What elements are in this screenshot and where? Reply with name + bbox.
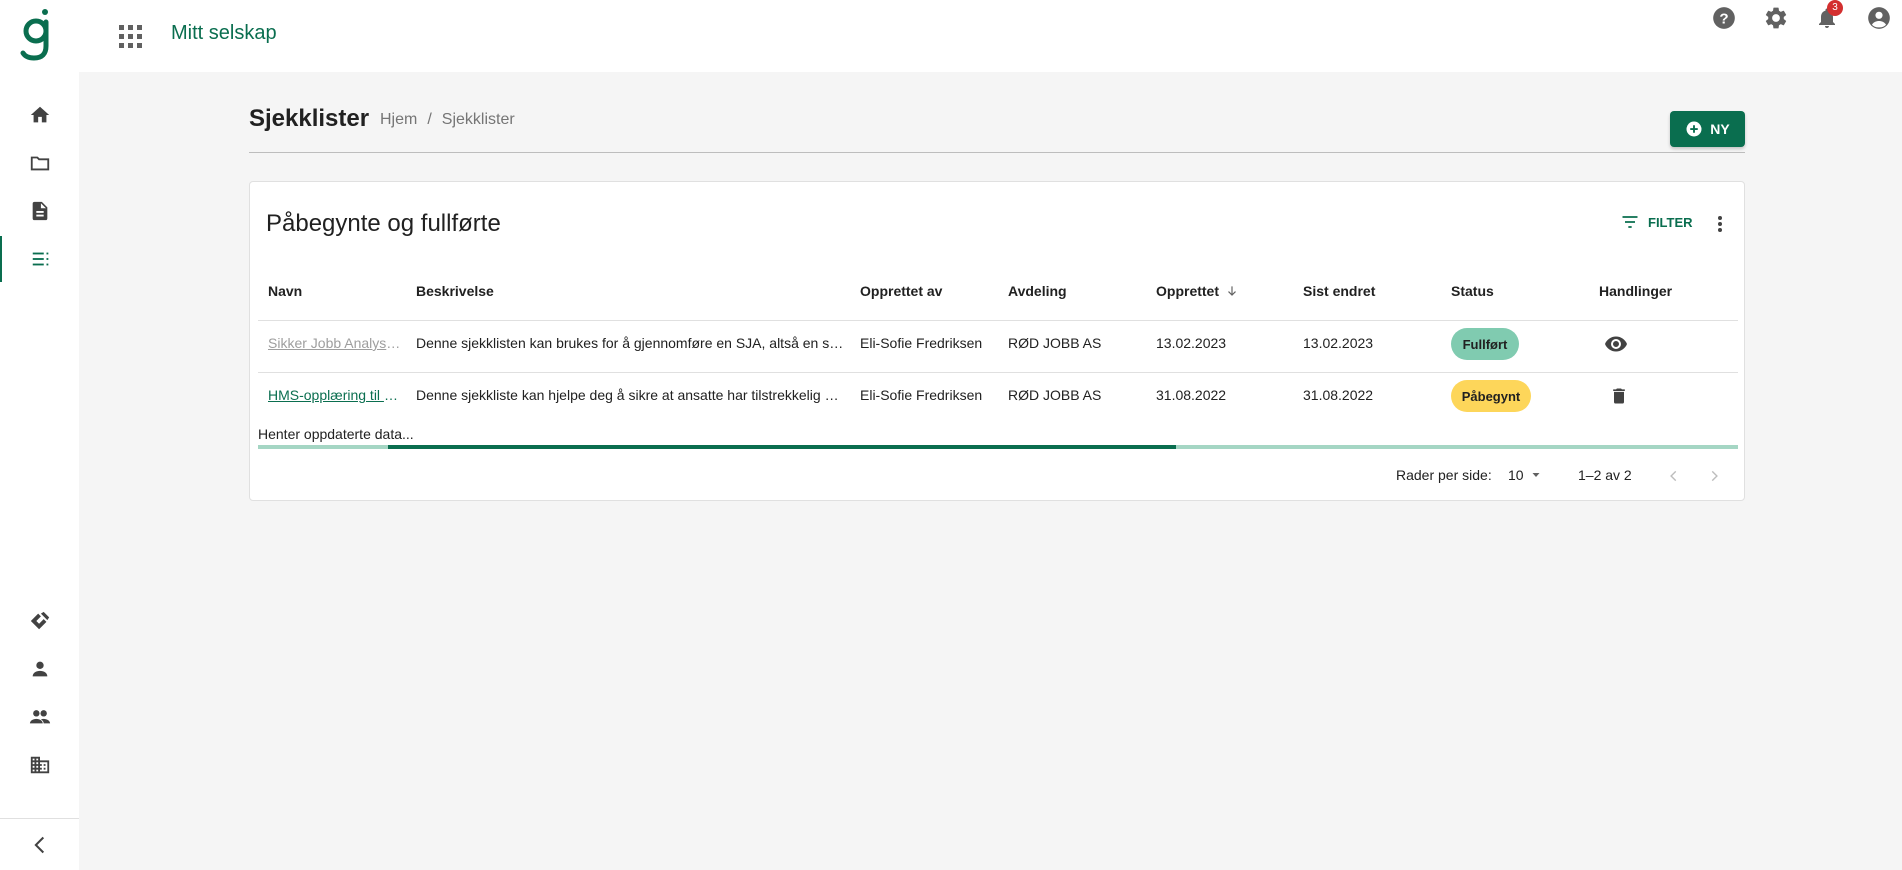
svg-text:?: ? [1719,10,1728,27]
progress-track [258,445,1738,449]
sidebar-item-checklists[interactable] [0,236,79,282]
settings-icon[interactable] [1758,0,1794,36]
column-header-modified[interactable]: Sist endret [1303,283,1375,299]
row-divider [258,372,1738,373]
apps-grid-icon[interactable] [114,20,144,50]
column-header-name[interactable]: Navn [268,283,302,299]
sidebar-item-folders[interactable] [0,140,79,186]
new-button-label: NY [1710,121,1730,137]
next-page-button[interactable] [1702,464,1726,488]
new-checklist-button[interactable]: NY [1670,111,1745,147]
checklist-card: Påbegynte og fullførte FILTER Navn Beskr… [249,181,1745,501]
sidebar-collapse-button[interactable] [0,818,79,870]
document-icon [32,201,47,221]
row-1-department: RØD JOBB AS [1008,335,1102,351]
row-1-created: 13.02.2023 [1156,335,1227,351]
row-2-created-by: Eli-Sofie Fredriksen [860,387,983,403]
rows-per-page-label: Rader per side: [1396,467,1492,483]
sidebar [0,72,79,870]
sidebar-item-company[interactable] [0,742,79,788]
row-2-name-link[interactable]: HMS-opplæring til ansatte [268,387,405,403]
row-2-created: 31.08.2022 [1156,387,1227,403]
breadcrumb-separator: / [427,111,432,128]
previous-page-button[interactable] [1662,464,1686,488]
rows-per-page-value: 10 [1508,467,1524,483]
breadcrumb-home[interactable]: Hjem [380,111,417,129]
column-header-status[interactable]: Status [1451,283,1494,299]
chevron-left-icon [33,836,44,853]
delete-icon[interactable] [1605,382,1633,410]
more-options-icon[interactable] [1710,212,1730,236]
logo[interactable] [20,8,54,62]
page-title: Sjekklister [249,105,370,132]
arrow-down-icon [1228,286,1236,296]
column-header-actions: Handlinger [1599,283,1673,299]
header-divider [249,152,1745,153]
person-icon [32,661,47,677]
company-name[interactable]: Mitt selskap [171,22,277,45]
sidebar-item-home[interactable] [0,92,79,138]
breadcrumb: Hjem / Sjekklister [380,111,515,129]
filter-button[interactable]: FILTER [1620,212,1693,232]
checklist-icon [32,252,48,266]
add-circle-icon [1686,121,1702,137]
view-icon[interactable] [1602,330,1630,358]
building-icon [30,756,49,774]
column-header-created-label: Opprettet [1156,283,1219,299]
card-title: Påbegynte og fullførte [266,210,501,237]
handshake-icon [30,611,49,630]
chevron-left-icon [1670,470,1677,482]
sidebar-item-documents[interactable] [0,188,79,234]
people-icon [29,710,50,724]
sidebar-item-profile[interactable] [0,646,79,692]
chevron-right-icon [1711,470,1718,482]
row-2-status-badge: Påbegynt [1451,380,1531,412]
folder-icon [30,156,49,171]
row-2-modified: 31.08.2022 [1303,387,1374,403]
column-header-department[interactable]: Avdeling [1008,283,1067,299]
row-1-status-badge: Fullført [1451,328,1519,360]
column-header-description[interactable]: Beskrivelse [416,283,494,299]
row-2-department: RØD JOBB AS [1008,387,1102,403]
row-1-name-link[interactable]: Sikker Jobb Analyse (SJA) [268,335,405,351]
progress-bar [388,445,1176,449]
filter-label: FILTER [1648,214,1693,230]
column-header-created-by[interactable]: Opprettet av [860,283,942,299]
breadcrumb-current: Sjekklister [441,111,515,128]
notification-badge: 3 [1827,0,1843,16]
rows-per-page-select[interactable]: 10 [1508,467,1542,483]
loading-text: Henter oppdaterte data... [258,426,414,442]
row-1-modified: 13.02.2023 [1303,335,1374,351]
column-header-created[interactable]: Opprettet [1156,283,1239,299]
pagination-range: 1–2 av 2 [1578,467,1632,483]
help-icon[interactable]: ? [1706,0,1742,36]
row-2-description: Denne sjekkliste kan hjelpe deg å sikre … [416,387,846,403]
home-icon [30,106,49,123]
sidebar-item-users[interactable] [0,694,79,740]
notifications-icon[interactable]: 3 [1809,0,1845,36]
account-icon[interactable] [1861,0,1897,36]
row-1-created-by: Eli-Sofie Fredriksen [860,335,983,351]
caret-down-icon [1532,473,1540,477]
top-bar: Mitt selskap ? 3 [0,0,1902,72]
sidebar-item-partners[interactable] [0,598,79,644]
row-divider [258,320,1738,321]
row-1-description: Denne sjekklisten kan brukes for å gjenn… [416,335,846,351]
filter-icon [1622,216,1638,228]
